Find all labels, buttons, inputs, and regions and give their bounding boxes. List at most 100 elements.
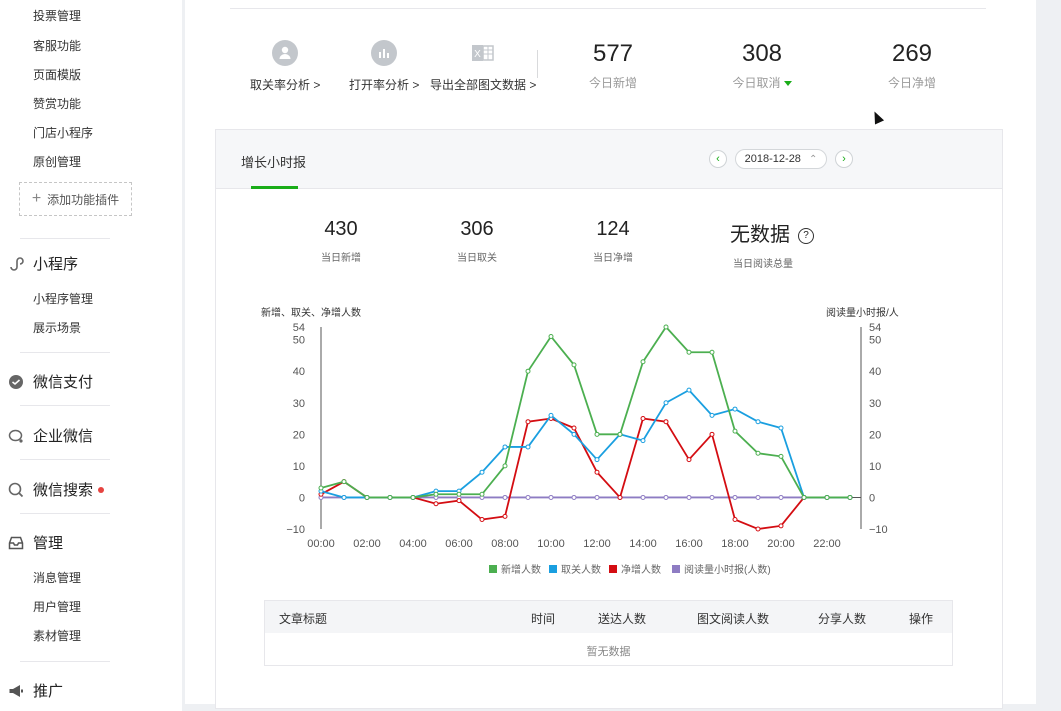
export-all-label: 导出全部图文数据 <box>430 78 527 92</box>
data-point <box>525 444 531 450</box>
inbox-icon <box>8 535 24 551</box>
wechat-pay-icon <box>8 374 24 390</box>
help-icon[interactable]: ? <box>798 227 814 244</box>
today-cancel-value: 308 <box>741 40 783 67</box>
data-point <box>709 412 715 418</box>
today-net-label: 今日净增 <box>887 76 936 90</box>
data-point <box>364 494 370 500</box>
data-point <box>525 419 531 425</box>
add-plugin-button[interactable]: + 添加功能插件 <box>19 182 132 216</box>
sidebar-section-miniprogram[interactable]: 小程序 <box>8 253 78 274</box>
sidebar-item-display-scene[interactable]: 展示场景 <box>33 319 81 336</box>
sidebar-divider <box>20 661 110 662</box>
day-unfollow-label: 当日取关 <box>457 253 497 264</box>
today-cancel-label: 今日取消 <box>732 76 781 90</box>
data-point <box>456 498 462 504</box>
y-tick-label-left: 10 <box>293 461 305 473</box>
data-point <box>548 333 554 339</box>
data-point <box>594 431 600 437</box>
data-point <box>640 359 646 365</box>
miniprogram-icon <box>8 256 24 272</box>
x-tick-label: 16:00 <box>675 538 703 550</box>
today-new-value: 577 <box>592 40 634 67</box>
data-point <box>847 494 853 500</box>
date-picker[interactable]: 2018-12-28 ⌃ <box>735 149 827 169</box>
data-point <box>640 494 646 500</box>
sidebar-item-user-manage[interactable]: 用户管理 <box>33 598 81 615</box>
data-point <box>341 494 347 500</box>
sidebar-item-vote[interactable]: 投票管理 <box>33 7 81 24</box>
y-tick-label-left: −10 <box>286 524 305 536</box>
series-line <box>320 325 850 499</box>
sidebar-item-original[interactable]: 原创管理 <box>33 153 81 170</box>
column-header-delivered: 送达人数 <box>598 612 647 626</box>
sidebar-section-manage[interactable]: 管理 <box>8 532 63 553</box>
y-tick-label-right: 54 <box>869 322 881 334</box>
y-tick-label-right: −10 <box>869 524 888 536</box>
data-point <box>571 425 577 431</box>
data-point <box>341 479 347 485</box>
sidebar-divider <box>20 513 110 514</box>
sidebar-section-wechat-pay-label: 微信支付 <box>33 374 94 391</box>
today-net-value: 269 <box>891 40 933 67</box>
data-point <box>778 494 784 500</box>
sidebar-section-miniprogram-label: 小程序 <box>33 256 79 273</box>
data-point <box>387 494 393 500</box>
column-header-read-count: 图文阅读人数 <box>697 612 770 626</box>
y-tick-label-left: 54 <box>293 322 305 334</box>
data-point <box>410 494 416 500</box>
export-all-button[interactable]: X 导出全部图文数据 > <box>430 40 536 93</box>
search-icon <box>8 482 24 498</box>
data-point <box>548 412 554 418</box>
x-tick-label: 20:00 <box>767 538 795 550</box>
chevron-right-icon: > <box>526 78 537 92</box>
x-tick-label: 18:00 <box>721 538 749 550</box>
sidebar-divider <box>20 459 110 460</box>
chevron-up-icon: ⌃ <box>808 153 818 165</box>
hourly-report-title[interactable]: 增长小时报 <box>241 152 306 171</box>
data-point <box>525 368 531 374</box>
sidebar-section-promote-label: 推广 <box>33 683 64 700</box>
sidebar-item-miniprogram-manage[interactable]: 小程序管理 <box>33 290 93 307</box>
data-point <box>640 438 646 444</box>
data-point <box>755 419 761 425</box>
data-point <box>318 485 324 491</box>
sidebar-item-material-manage[interactable]: 素材管理 <box>33 627 81 644</box>
data-point <box>755 494 761 500</box>
series-line <box>320 417 850 530</box>
sidebar-item-page-template[interactable]: 页面模版 <box>33 66 81 83</box>
column-header-action: 操作 <box>909 612 934 626</box>
data-point <box>594 457 600 463</box>
today-new-stat: 577 今日新增 <box>558 40 668 91</box>
day-new-value: 430 <box>324 218 358 240</box>
sidebar-section-wechat-search-label: 微信搜索 <box>33 482 94 499</box>
sidebar-section-wechat-search[interactable]: 微信搜索 <box>8 479 105 500</box>
sidebar-section-promote[interactable]: 推广 <box>8 680 63 701</box>
x-tick-label: 14:00 <box>629 538 657 550</box>
unfollow-analysis-button[interactable]: 取关率分析 > <box>250 40 320 93</box>
data-point <box>571 494 577 500</box>
hourly-report-header: 增长小时报 ‹ 2018-12-28 ⌃ › <box>216 130 1002 189</box>
sidebar-section-wechat-pay[interactable]: 微信支付 <box>8 371 93 392</box>
data-point <box>709 349 715 355</box>
sidebar: 投票管理 客服功能 页面模版 赞赏功能 门店小程序 原创管理 + 添加功能插件 … <box>0 0 182 711</box>
data-point <box>594 494 600 500</box>
sidebar-item-message-manage[interactable]: 消息管理 <box>33 569 81 586</box>
data-point <box>709 431 715 437</box>
y-tick-label-right: 10 <box>869 461 881 473</box>
day-unfollow-stat: 306 当日取关 <box>432 218 522 264</box>
sidebar-item-customer-service[interactable]: 客服功能 <box>33 37 81 54</box>
sidebar-item-reward[interactable]: 赞赏功能 <box>33 95 81 112</box>
data-point <box>548 494 554 500</box>
bar-chart-icon <box>371 40 398 66</box>
sidebar-item-store-miniapp[interactable]: 门店小程序 <box>33 124 93 141</box>
x-tick-label: 08:00 <box>491 538 519 550</box>
sidebar-section-work-wechat[interactable]: 企业微信 <box>8 425 93 446</box>
y-tick-label-right: 40 <box>869 366 881 378</box>
legend-swatch <box>549 565 557 573</box>
x-tick-label: 00:00 <box>307 538 335 550</box>
next-date-button[interactable]: › <box>835 150 853 168</box>
unfollow-analysis-label: 取关率分析 <box>250 78 311 92</box>
prev-date-button[interactable]: ‹ <box>709 150 727 168</box>
open-analysis-button[interactable]: 打开率分析 > <box>349 40 419 93</box>
